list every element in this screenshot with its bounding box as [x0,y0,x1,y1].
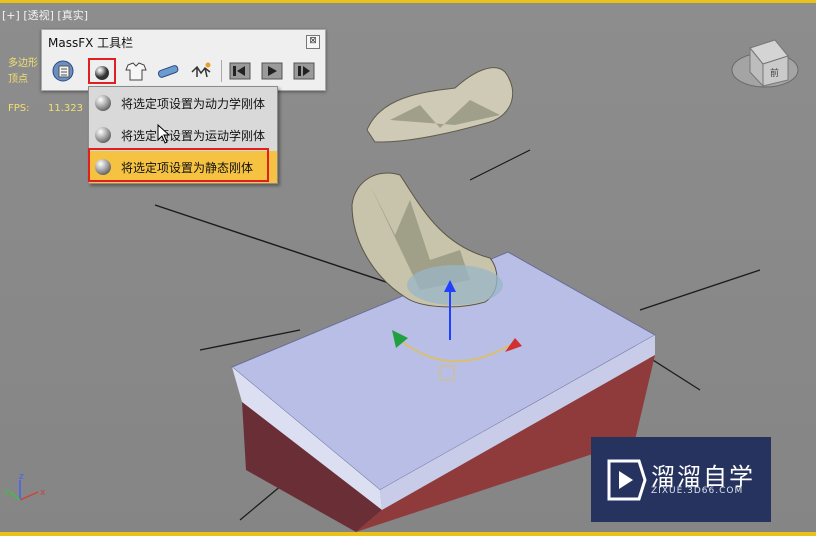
menu-item-label: 将选定项设置为动力学刚体 [121,96,266,111]
menu-item-label: 将选定项设置为运动学刚体 [121,128,266,143]
world-settings-icon [52,60,74,82]
menu-item-kinematic-rigid-body[interactable]: 将选定项设置为运动学刚体 [89,119,277,151]
cloth-icon [125,62,147,81]
toolbar-close-button[interactable]: ⊠ [306,35,320,49]
play-simulation-icon [261,62,283,80]
axis-tripod-y [9,491,21,501]
stats-vertices-label: 顶点 [8,74,28,85]
step-simulation-icon [293,62,315,80]
viewport-label[interactable]: [+] [透视] [真实] [2,7,88,23]
viewport-view-label[interactable]: [透视] [23,9,54,22]
static-rigid-body-icon [95,159,111,175]
toolbar-separator [221,60,222,82]
rigid-body-button[interactable] [88,58,116,84]
step-simulation-button[interactable] [290,58,318,84]
ragdoll-button[interactable] [187,58,215,84]
watermark-logo: 溜溜自学 ZIXUE.3D66.COM [591,437,771,522]
watermark-url: ZIXUE.3D66.COM [651,486,744,496]
kinematic-rigid-body-icon [95,127,111,143]
massfx-toolbar[interactable]: MassFX 工具栏 ⊠ [41,29,326,91]
mouse-cursor-icon [157,124,171,144]
shoe-floating-mesh[interactable] [366,67,514,143]
toolbar-title: MassFX 工具栏 [48,36,134,50]
shoe-sole-selection [407,265,503,305]
constraint-button[interactable] [154,58,182,84]
grid-line [639,269,761,311]
axis-tripod-x [19,491,39,501]
viewport-shading-label[interactable]: [真实] [57,9,88,22]
perspective-viewport[interactable]: 前 z x y [+] [透视] [真实] 多边形 顶点 FPS: 11.323… [0,0,816,536]
menu-item-static-rigid-body[interactable]: 将选定项设置为静态刚体 [89,151,277,183]
ragdoll-icon [191,62,211,78]
grid-line [469,149,531,181]
stats-fps-value: 11.323 [48,103,83,114]
rigid-body-flyout-menu[interactable]: 将选定项设置为动力学刚体 将选定项设置为运动学刚体 将选定项设置为静态刚体 [88,86,278,184]
axis-tripod-y-label: y [4,487,10,497]
reset-simulation-button[interactable] [226,58,254,84]
world-settings-button[interactable] [49,58,77,84]
play-logo-icon [607,459,647,501]
cloth-button[interactable] [122,58,150,84]
viewport-menu-plus[interactable]: [+] [2,9,20,22]
start-simulation-button[interactable] [258,58,286,84]
menu-item-label: 将选定项设置为静态刚体 [121,160,254,175]
stats-polygons-label: 多边形 [8,58,38,69]
rigid-body-icon [95,66,109,80]
viewcube-face-label: 前 [770,67,779,79]
reset-simulation-icon [229,62,251,80]
menu-item-dynamic-rigid-body[interactable]: 将选定项设置为动力学刚体 [89,87,277,119]
constraint-icon [157,65,179,78]
stats-fps-label: FPS: [8,103,30,114]
dynamic-rigid-body-icon [95,95,111,111]
axis-tripod-z-label: z [19,472,24,482]
axis-tripod-x-label: x [40,488,46,498]
